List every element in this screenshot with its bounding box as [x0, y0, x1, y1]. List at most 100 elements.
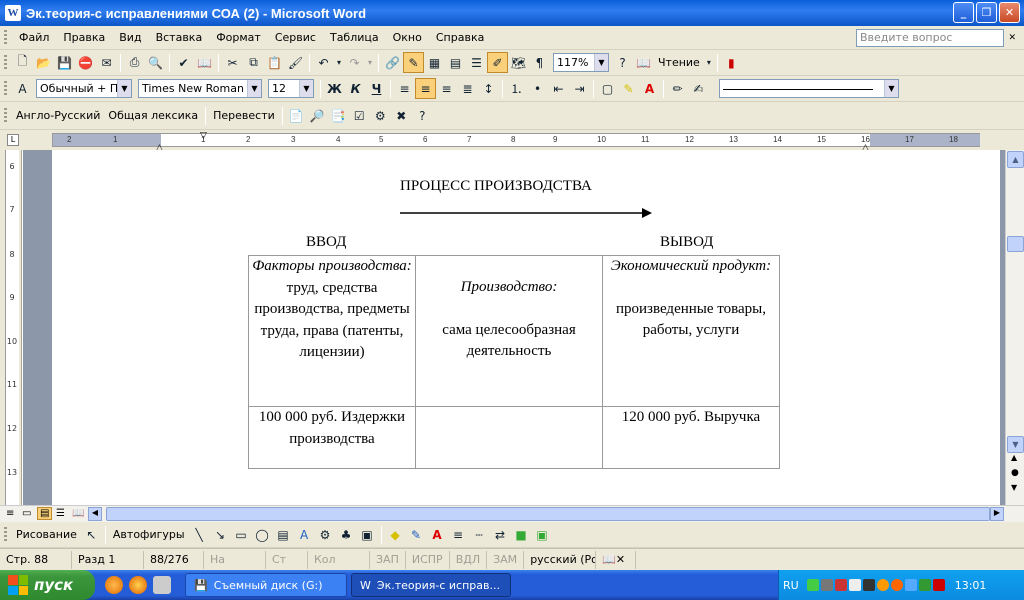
- decrease-indent-icon[interactable]: ⇤: [548, 78, 569, 99]
- insert-excel-icon[interactable]: ▤: [445, 52, 466, 73]
- arrow-style-icon[interactable]: ⇄: [490, 524, 511, 545]
- book-icon[interactable]: ▮: [721, 52, 742, 73]
- translate-check-icon[interactable]: ☑: [349, 105, 370, 126]
- media-quicklaunch-icon[interactable]: [105, 576, 123, 594]
- reading-mode-button[interactable]: Чтение: [654, 56, 704, 69]
- numbering-icon[interactable]: ⒈: [506, 78, 527, 99]
- tray-network-icon[interactable]: [806, 579, 819, 591]
- h-scroll-thumb[interactable]: [106, 507, 990, 521]
- tray-volume-icon[interactable]: [848, 579, 861, 591]
- menu-window[interactable]: Окно: [386, 31, 429, 44]
- toolbar-grip[interactable]: [4, 107, 7, 124]
- format-painter-icon[interactable]: 🖌: [285, 52, 306, 73]
- font-size-select[interactable]: 12 ▼: [268, 79, 314, 98]
- firefox-quicklaunch-icon[interactable]: [129, 576, 147, 594]
- select-objects-icon[interactable]: ↖: [81, 524, 102, 545]
- translate-search-icon[interactable]: 🔎: [307, 105, 328, 126]
- outline-view-icon[interactable]: ☰: [56, 508, 65, 519]
- scroll-up-icon[interactable]: ▲: [1007, 151, 1024, 168]
- line-style-select[interactable]: ▼: [719, 79, 899, 98]
- word-app-icon[interactable]: W: [5, 5, 21, 21]
- menu-file[interactable]: Файл: [12, 31, 56, 44]
- tab-selector[interactable]: L: [7, 134, 19, 146]
- font-color-icon[interactable]: A: [639, 78, 660, 99]
- horizontal-scrollbar[interactable]: ≡ ▭ ▤ ☰ 📖 ◀ ▶: [0, 505, 1024, 522]
- underline-button[interactable]: Ч: [366, 78, 387, 99]
- table-cell[interactable]: Факторы производства: труд, средства про…: [248, 255, 416, 407]
- taskbar-item-removable-disk[interactable]: 💾 Съемный диск (G:): [185, 573, 347, 597]
- status-extend[interactable]: ВДЛ: [450, 550, 488, 569]
- increase-indent-icon[interactable]: ⇥: [569, 78, 590, 99]
- autoshapes-button[interactable]: Автофигуры: [109, 528, 189, 541]
- clipart-icon[interactable]: ♣: [336, 524, 357, 545]
- toolbar-grip[interactable]: [4, 54, 7, 71]
- menu-tools[interactable]: Сервис: [268, 31, 323, 44]
- columns-icon[interactable]: ☰: [466, 52, 487, 73]
- undo-icon[interactable]: ↶: [313, 52, 334, 73]
- menu-view[interactable]: Вид: [112, 31, 148, 44]
- rectangle-icon[interactable]: ▭: [231, 524, 252, 545]
- redo-icon[interactable]: ↷: [344, 52, 365, 73]
- normal-view-icon[interactable]: ≡: [6, 508, 14, 519]
- oval-icon[interactable]: ◯: [252, 524, 273, 545]
- translate-help-icon[interactable]: ?: [412, 105, 433, 126]
- font-select[interactable]: Times New Roman ▼: [138, 79, 262, 98]
- scroll-left-icon[interactable]: ◀: [88, 507, 102, 521]
- document-map-icon[interactable]: 🗺: [508, 52, 529, 73]
- hyperlink-icon[interactable]: 🔗: [382, 52, 403, 73]
- borders-icon[interactable]: ▢: [597, 78, 618, 99]
- tray-media-icon[interactable]: [890, 579, 903, 591]
- textbox-icon[interactable]: ▤: [273, 524, 294, 545]
- tray-alert-icon[interactable]: [932, 579, 945, 591]
- align-left-icon[interactable]: ≡: [394, 78, 415, 99]
- translate-list-icon[interactable]: 📑: [328, 105, 349, 126]
- new-document-icon[interactable]: 🗋: [12, 52, 33, 73]
- close-button[interactable]: ✕: [999, 2, 1020, 23]
- menu-insert[interactable]: Вставка: [149, 31, 210, 44]
- insert-table-icon[interactable]: ▦: [424, 52, 445, 73]
- diagram-icon[interactable]: ⚙: [315, 524, 336, 545]
- status-overtype[interactable]: ЗАМ: [487, 550, 525, 569]
- status-language[interactable]: русский (Ро: [524, 550, 597, 569]
- close-doc-icon[interactable]: ✕: [1008, 33, 1016, 43]
- redo-dropdown-icon[interactable]: ▾: [365, 52, 375, 73]
- align-right-icon[interactable]: ≡: [436, 78, 457, 99]
- table-cell[interactable]: Экономический продукт: произведенные тов…: [602, 255, 780, 407]
- tables-borders-icon[interactable]: ✎: [403, 52, 424, 73]
- costs-cell[interactable]: 100 000 руб. Издержки производства: [248, 406, 416, 469]
- vocabulary-dropdown[interactable]: Общая лексика: [104, 109, 202, 122]
- fill-color-icon[interactable]: ◆: [385, 524, 406, 545]
- track-changes-icon[interactable]: ✍: [688, 78, 709, 99]
- spelling-status-icon[interactable]: 📖✕: [596, 550, 637, 569]
- show-hide-icon[interactable]: ¶: [529, 52, 550, 73]
- print-layout-icon[interactable]: ▤: [37, 507, 53, 520]
- help-icon[interactable]: ?: [612, 52, 633, 73]
- scroll-right-icon[interactable]: ▶: [990, 507, 1004, 521]
- line-style-icon[interactable]: ≡: [448, 524, 469, 545]
- menu-edit[interactable]: Правка: [56, 31, 112, 44]
- style-select[interactable]: Обычный + По ц ▼: [36, 79, 132, 98]
- toolbar-options-icon[interactable]: ▾: [704, 52, 714, 73]
- tray-update-icon[interactable]: [876, 579, 889, 591]
- first-line-indent-marker[interactable]: ▽: [200, 131, 207, 141]
- tools-icon[interactable]: ✖: [391, 105, 412, 126]
- menu-grip[interactable]: [4, 29, 7, 46]
- reveal-formatting-icon[interactable]: ✏: [667, 78, 688, 99]
- minimize-button[interactable]: _: [953, 2, 974, 23]
- shadow-icon[interactable]: ■: [511, 524, 532, 545]
- start-button[interactable]: пуск: [0, 570, 95, 600]
- taskbar-item-word[interactable]: W Эк.теория-с исправ...: [351, 573, 511, 597]
- prev-page-icon[interactable]: ▲: [1011, 453, 1017, 462]
- desktop-quicklaunch-icon[interactable]: [153, 576, 171, 594]
- menu-table[interactable]: Таблица: [323, 31, 386, 44]
- tray-display-icon[interactable]: [862, 579, 875, 591]
- dash-style-icon[interactable]: ┄: [469, 524, 490, 545]
- next-page-icon[interactable]: ▼: [1011, 483, 1017, 492]
- table-cell[interactable]: Производство: сама целесообразная деятел…: [415, 255, 603, 407]
- paste-icon[interactable]: 📋: [264, 52, 285, 73]
- research-icon[interactable]: 📖: [194, 52, 215, 73]
- browse-object-icon[interactable]: ●: [1011, 468, 1019, 478]
- translate-settings-icon[interactable]: ⚙: [370, 105, 391, 126]
- translate-button[interactable]: Перевести: [209, 109, 279, 122]
- align-center-icon[interactable]: ≡: [415, 78, 436, 99]
